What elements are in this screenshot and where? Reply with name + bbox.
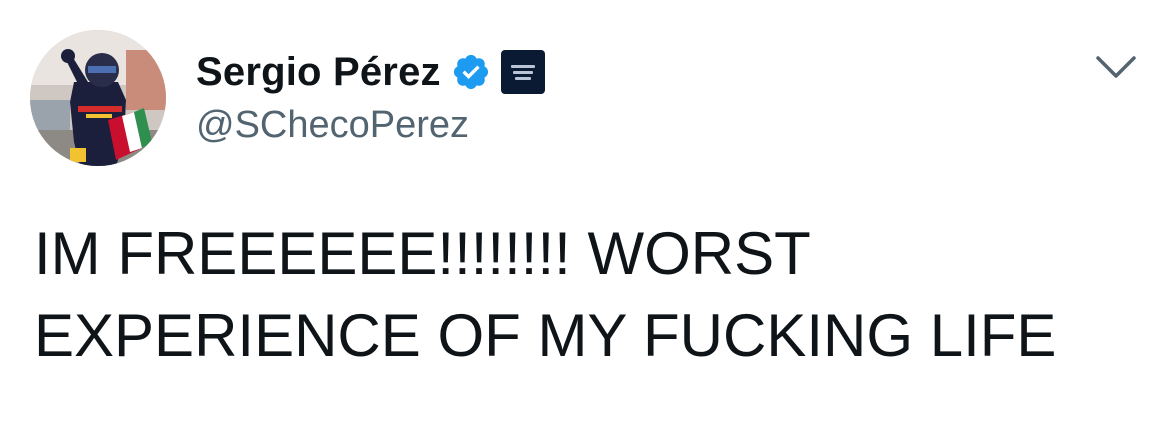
chevron-down-icon[interactable]	[1092, 50, 1140, 84]
user-handle[interactable]: @SChecoPerez	[196, 104, 469, 147]
avatar[interactable]	[30, 30, 166, 166]
verified-badge-icon[interactable]	[451, 52, 491, 92]
avatar-image	[30, 30, 166, 166]
tweet-card: Sergio Pérez @SChecoPerez IM FREEEEEE!!!…	[0, 0, 1170, 425]
tweet-text: IM FREEEEEE!!!!!!!! WORST EXPERIENCE OF …	[34, 220, 1057, 369]
team-affiliate-badge-icon[interactable]	[500, 50, 545, 94]
author-name-row: Sergio Pérez	[196, 46, 545, 98]
display-name[interactable]: Sergio Pérez	[196, 50, 441, 95]
